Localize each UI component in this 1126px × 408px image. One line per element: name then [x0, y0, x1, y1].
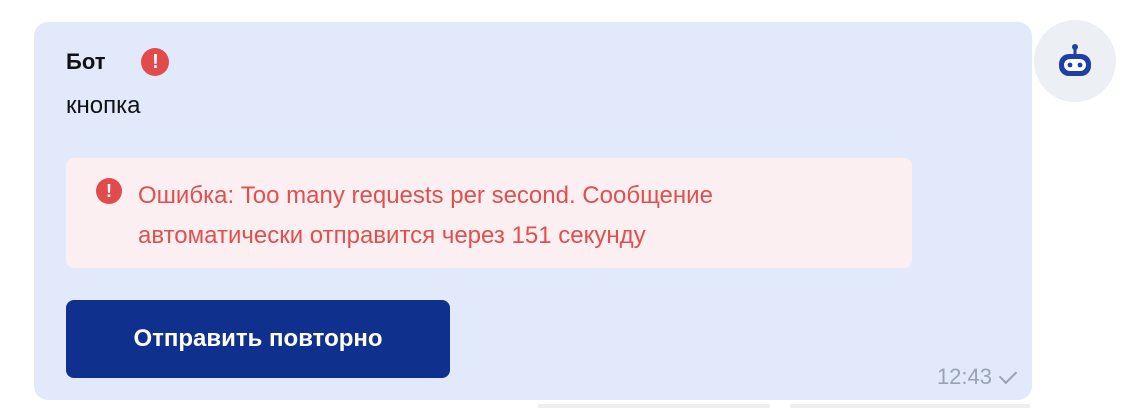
error-alert: ! Ошибка: Too many requests per second. …	[66, 158, 912, 268]
next-item-fragment	[790, 404, 1030, 408]
error-message: Ошибка: Too many requests per second. Со…	[138, 182, 713, 249]
error-exclamation-icon: !	[96, 178, 122, 204]
next-item-fragment	[538, 404, 770, 408]
message-text: кнопка	[66, 92, 141, 119]
sender-row: Бот !	[66, 48, 170, 76]
retry-button[interactable]: Отправить повторно	[66, 300, 450, 378]
bot-avatar	[1034, 20, 1116, 102]
message-meta: 12:43	[936, 364, 1018, 390]
robot-icon	[1059, 44, 1091, 76]
sender-name: Бот	[66, 49, 106, 74]
message-bubble: Бот ! кнопка ! Ошибка: Too many requests…	[34, 22, 1032, 400]
message-time: 12:43	[936, 364, 992, 389]
error-status-icon[interactable]: !	[141, 48, 170, 76]
checkmark-icon	[998, 365, 1018, 385]
